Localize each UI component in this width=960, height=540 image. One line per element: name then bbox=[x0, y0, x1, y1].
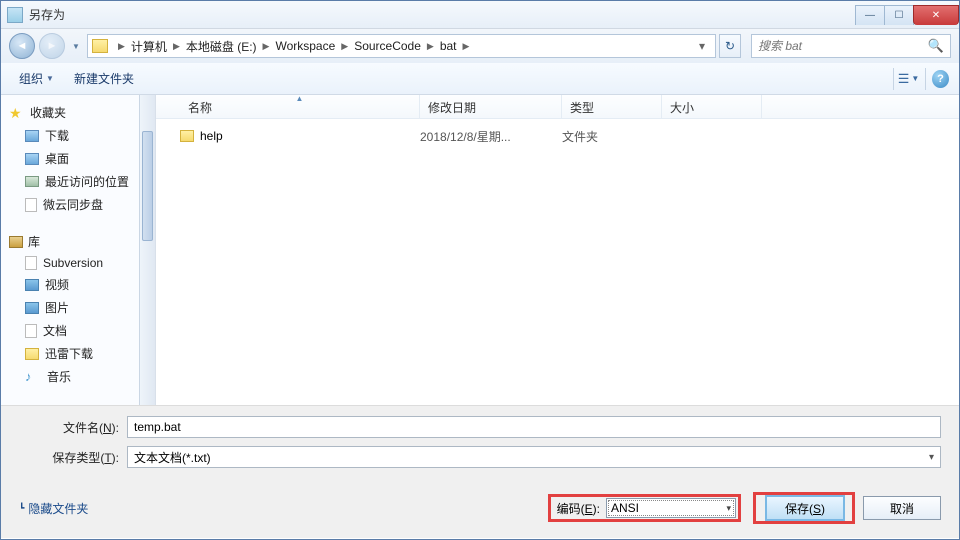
view-options-button[interactable]: ☰ ▼ bbox=[893, 68, 917, 90]
encoding-label: 编码(E): bbox=[557, 500, 600, 517]
sidebar-item-thunder[interactable]: 迅雷下载 bbox=[9, 342, 155, 365]
sort-asc-icon: ▲ bbox=[296, 94, 304, 103]
save-highlight: 保存(S) bbox=[753, 492, 855, 524]
savetype-label: 保存类型(T): bbox=[19, 449, 127, 466]
breadcrumb-dropdown[interactable]: ▾ bbox=[693, 39, 711, 53]
folder-icon bbox=[92, 39, 108, 53]
nav-back-button[interactable]: ◄ bbox=[9, 33, 35, 59]
maximize-button[interactable]: ☐ bbox=[884, 5, 914, 25]
file-list[interactable]: help 2018/12/8/星期... 文件夹 bbox=[156, 119, 959, 405]
help-button[interactable]: ? bbox=[925, 68, 949, 90]
search-icon[interactable]: 🔍 bbox=[928, 38, 944, 54]
recent-icon bbox=[25, 176, 39, 187]
desktop-icon bbox=[25, 153, 39, 165]
file-name: help bbox=[200, 129, 223, 143]
search-box[interactable]: 🔍 bbox=[751, 34, 951, 58]
nav-forward-button: ► bbox=[39, 33, 65, 59]
address-bar: ◄ ► ▼ ▶ 计算机 ▶ 本地磁盘 (E:) ▶ Workspace ▶ So… bbox=[1, 29, 959, 63]
col-type[interactable]: 类型 bbox=[562, 95, 662, 118]
organize-button[interactable]: 组织▼ bbox=[11, 66, 62, 91]
encoding-select[interactable]: ANSI bbox=[606, 498, 736, 518]
col-size[interactable]: 大小 bbox=[662, 95, 762, 118]
window-title: 另存为 bbox=[29, 6, 856, 23]
crumb-sourcecode[interactable]: SourceCode bbox=[352, 39, 423, 53]
downloads-icon bbox=[25, 130, 39, 142]
titlebar: 另存为 — ☐ ✕ bbox=[1, 1, 959, 29]
sidebar-item-downloads[interactable]: 下载 bbox=[9, 124, 155, 147]
libraries-icon bbox=[9, 236, 23, 248]
refresh-button[interactable]: ↻ bbox=[719, 34, 741, 58]
cancel-button[interactable]: 取消 bbox=[863, 496, 941, 520]
col-name[interactable]: ▲名称 bbox=[180, 95, 420, 118]
minimize-button[interactable]: — bbox=[855, 5, 885, 25]
save-as-dialog: 另存为 — ☐ ✕ ◄ ► ▼ ▶ 计算机 ▶ 本地磁盘 (E:) ▶ Work… bbox=[0, 0, 960, 540]
file-pane: ▲名称 修改日期 类型 大小 help 2018/12/8/星期... 文件夹 bbox=[156, 95, 959, 405]
hide-folders-toggle[interactable]: ┗隐藏文件夹 bbox=[19, 500, 88, 517]
window-controls: — ☐ ✕ bbox=[856, 5, 959, 25]
sidebar-item-desktop[interactable]: 桌面 bbox=[9, 147, 155, 170]
notepad-icon bbox=[7, 7, 23, 23]
doc-icon bbox=[25, 256, 37, 270]
new-folder-button[interactable]: 新建文件夹 bbox=[66, 66, 142, 91]
filename-input[interactable]: temp.bat bbox=[127, 416, 941, 438]
scrollbar-thumb[interactable] bbox=[142, 131, 153, 241]
sidebar-item-subversion[interactable]: Subversion bbox=[9, 253, 155, 273]
chevron-right-icon: ▶ bbox=[459, 41, 474, 52]
toolbar: 组织▼ 新建文件夹 ☰ ▼ ? bbox=[1, 63, 959, 95]
sidebar-item-pictures[interactable]: 图片 bbox=[9, 296, 155, 319]
sidebar-favorites-header[interactable]: ★收藏夹 bbox=[9, 101, 155, 124]
close-button[interactable]: ✕ bbox=[913, 5, 959, 25]
crumb-workspace[interactable]: Workspace bbox=[273, 39, 337, 53]
chevron-right-icon: ▶ bbox=[114, 41, 129, 52]
sidebar-item-weiyun[interactable]: 微云同步盘 bbox=[9, 193, 155, 216]
breadcrumb-bar[interactable]: ▶ 计算机 ▶ 本地磁盘 (E:) ▶ Workspace ▶ SourceCo… bbox=[87, 34, 716, 58]
sidebar-item-music[interactable]: ♪音乐 bbox=[9, 365, 155, 388]
chevron-right-icon: ▶ bbox=[337, 41, 352, 52]
music-icon: ♪ bbox=[25, 370, 41, 384]
sidebar-item-recent[interactable]: 最近访问的位置 bbox=[9, 170, 155, 193]
crumb-computer[interactable]: 计算机 bbox=[129, 38, 169, 55]
dialog-body: ★收藏夹 下载 桌面 最近访问的位置 微云同步盘 库 Subversion 视频… bbox=[1, 95, 959, 405]
encoding-highlight: 编码(E): ANSI bbox=[548, 494, 741, 522]
column-headers: ▲名称 修改日期 类型 大小 bbox=[156, 95, 959, 119]
video-icon bbox=[25, 279, 39, 291]
chevron-right-icon: ▶ bbox=[169, 41, 184, 52]
nav-sidebar: ★收藏夹 下载 桌面 最近访问的位置 微云同步盘 库 Subversion 视频… bbox=[1, 95, 156, 405]
search-input[interactable] bbox=[758, 39, 928, 53]
nav-history-dropdown[interactable]: ▼ bbox=[69, 33, 83, 59]
crumb-bat[interactable]: bat bbox=[438, 39, 459, 53]
file-row[interactable]: help 2018/12/8/星期... 文件夹 bbox=[180, 125, 959, 147]
picture-icon bbox=[25, 302, 39, 314]
bottom-panel: 文件名(N): temp.bat 保存类型(T): 文本文档(*.txt) ┗隐… bbox=[1, 405, 959, 538]
doc-icon bbox=[25, 324, 37, 338]
crumb-drive[interactable]: 本地磁盘 (E:) bbox=[184, 38, 259, 55]
chevron-right-icon: ▶ bbox=[423, 41, 438, 52]
sidebar-item-videos[interactable]: 视频 bbox=[9, 273, 155, 296]
filename-label: 文件名(N): bbox=[19, 419, 127, 436]
sidebar-item-documents[interactable]: 文档 bbox=[9, 319, 155, 342]
collapse-icon: ┗ bbox=[19, 503, 24, 514]
save-button[interactable]: 保存(S) bbox=[766, 496, 844, 520]
file-type: 文件夹 bbox=[562, 128, 662, 145]
folder-icon bbox=[25, 348, 39, 360]
sidebar-libraries-header[interactable]: 库 bbox=[9, 230, 155, 253]
col-date[interactable]: 修改日期 bbox=[420, 95, 562, 118]
doc-icon bbox=[25, 198, 37, 212]
file-date: 2018/12/8/星期... bbox=[420, 128, 562, 145]
star-icon: ★ bbox=[9, 106, 25, 120]
chevron-down-icon: ▼ bbox=[46, 74, 54, 83]
sidebar-scrollbar[interactable] bbox=[139, 95, 155, 405]
folder-icon bbox=[180, 130, 194, 142]
help-icon: ? bbox=[932, 70, 949, 88]
savetype-select[interactable]: 文本文档(*.txt) bbox=[127, 446, 941, 468]
chevron-right-icon: ▶ bbox=[259, 41, 274, 52]
